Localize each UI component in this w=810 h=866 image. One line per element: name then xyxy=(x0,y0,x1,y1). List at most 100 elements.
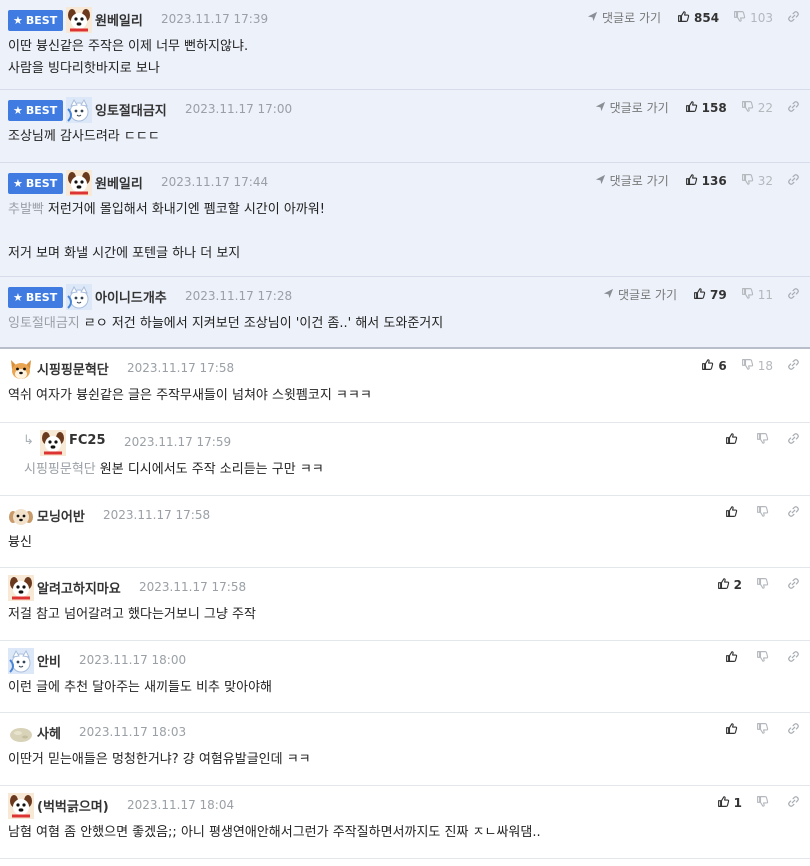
like-count: 79 xyxy=(710,287,727,302)
nickname[interactable]: FC25 xyxy=(69,433,106,448)
like-button[interactable]: 6 xyxy=(701,358,727,374)
dislike-button[interactable]: 11 xyxy=(741,287,773,303)
nickname[interactable]: (벅벅긁으며) xyxy=(37,796,109,815)
nickname[interactable]: 원베일리 xyxy=(95,10,143,29)
link-icon[interactable] xyxy=(787,577,800,593)
dislike-button[interactable] xyxy=(756,795,773,811)
comment-actions: 댓글로 가기 158 22 xyxy=(595,99,800,116)
link-icon[interactable] xyxy=(787,358,800,374)
like-button[interactable]: 2 xyxy=(717,577,742,593)
go-to-comment-link[interactable]: 댓글로 가기 xyxy=(595,172,669,189)
link-icon[interactable] xyxy=(787,650,800,666)
dislike-button[interactable] xyxy=(756,650,773,666)
comment-text: 원본 디시에서도 주작 소리듣는 구만 ㅋㅋ xyxy=(99,462,324,477)
best-comment: ★ BEST 잉토절대금지 2023.11.17 17:00 댓글로 가기 158 22 조상… xyxy=(0,90,810,163)
avatar[interactable] xyxy=(66,7,92,33)
star-icon: ★ xyxy=(13,104,23,117)
dislike-button[interactable] xyxy=(756,577,773,593)
avatar[interactable] xyxy=(66,97,92,123)
thumbs-up-icon xyxy=(677,10,690,26)
link-icon[interactable] xyxy=(787,10,800,26)
thumbs-down-icon xyxy=(733,10,746,26)
reply-comment: ↳ FC25 2023.11.17 17:59 시핑핑문혁단 원본 디시에서도 주작 소… xyxy=(0,423,810,496)
navigate-arrow-icon xyxy=(595,101,606,115)
nickname[interactable]: 아이니드개추 xyxy=(95,287,167,306)
dislike-count: 11 xyxy=(757,287,773,302)
comment-actions: 2 xyxy=(717,577,800,593)
mention[interactable]: 잉토절대금지 xyxy=(8,316,80,331)
avatar[interactable] xyxy=(8,575,34,601)
mention[interactable]: 추발빡 xyxy=(8,202,44,217)
comment: 모닝어반 2023.11.17 17:58 븅신 xyxy=(0,496,810,568)
comment-actions: 댓글로 가기 854 103 xyxy=(587,9,800,26)
go-to-comment-link[interactable]: 댓글로 가기 xyxy=(603,286,677,303)
like-button[interactable] xyxy=(725,432,742,448)
thumbs-up-icon xyxy=(725,432,738,448)
avatar[interactable] xyxy=(40,430,66,456)
star-icon: ★ xyxy=(13,14,23,27)
comment-text: 남혐 여혐 좀 안했으면 좋겠음;; 아니 평생연애안해서그런가 주작질하면서까… xyxy=(8,825,541,840)
dislike-button[interactable] xyxy=(756,505,773,521)
link-icon[interactable] xyxy=(787,100,800,116)
comment-body: 잉토절대금지 ㄹㅇ 저건 하늘에서 지켜보던 조상님이 '이건 좀..' 해서 도… xyxy=(8,313,802,335)
best-comment: ★ BEST 원베일리 2023.11.17 17:39 댓글로 가기 854 103 이딴 … xyxy=(0,0,810,90)
link-icon[interactable] xyxy=(787,432,800,448)
comment-date: 2023.11.17 17:59 xyxy=(124,435,232,449)
comment-body: 시핑핑문혁단 원본 디시에서도 주작 소리듣는 구만 ㅋㅋ xyxy=(24,459,802,481)
nickname[interactable]: 모닝어반 xyxy=(37,506,85,525)
like-count: 6 xyxy=(718,359,727,373)
dislike-count: 22 xyxy=(757,100,773,115)
dislike-button[interactable]: 32 xyxy=(741,173,773,189)
thumbs-down-icon xyxy=(756,505,769,521)
nickname[interactable]: 잉토절대금지 xyxy=(95,100,167,119)
thumbs-up-icon xyxy=(725,505,738,521)
comment-date: 2023.11.17 17:00 xyxy=(185,102,293,116)
dislike-button[interactable]: 18 xyxy=(741,358,773,374)
like-button[interactable]: 136 xyxy=(685,173,727,189)
comment-actions xyxy=(725,432,800,448)
mention[interactable]: 시핑핑문혁단 xyxy=(24,462,96,477)
nickname[interactable]: 시핑핑문혁단 xyxy=(37,359,109,378)
link-icon[interactable] xyxy=(787,505,800,521)
like-button[interactable]: 854 xyxy=(677,10,719,26)
avatar[interactable] xyxy=(66,170,92,196)
link-icon[interactable] xyxy=(787,795,800,811)
comment: 알려고하지마요 2023.11.17 17:58 2 저걸 참고 넘어갈려고 했다는거… xyxy=(0,568,810,641)
dislike-button[interactable]: 22 xyxy=(741,100,773,116)
navigate-arrow-icon xyxy=(603,288,614,302)
thumbs-down-icon xyxy=(756,432,769,448)
comment-actions xyxy=(725,650,800,666)
avatar[interactable] xyxy=(8,793,34,819)
link-icon[interactable] xyxy=(787,722,800,738)
avatar[interactable] xyxy=(8,503,34,529)
thumbs-up-icon xyxy=(693,287,706,303)
dislike-button[interactable] xyxy=(756,432,773,448)
nickname[interactable]: 원베일리 xyxy=(95,173,143,192)
comment-actions xyxy=(725,505,800,521)
comment: 안비 2023.11.17 18:00 이런 글에 추천 달아주는 새끼들도 비추 … xyxy=(0,641,810,713)
like-button[interactable] xyxy=(725,650,742,666)
nickname[interactable]: 안비 xyxy=(37,651,61,670)
nickname[interactable]: 알려고하지마요 xyxy=(37,578,121,597)
comment-body: 조상님께 감사드려라 ㄷㄷㄷ xyxy=(8,126,802,148)
go-to-comment-link[interactable]: 댓글로 가기 xyxy=(595,99,669,116)
like-button[interactable] xyxy=(725,722,742,738)
nickname[interactable]: 사헤 xyxy=(37,723,61,742)
link-icon[interactable] xyxy=(787,173,800,189)
dislike-button[interactable]: 103 xyxy=(733,10,773,26)
avatar[interactable] xyxy=(8,356,34,382)
avatar[interactable] xyxy=(8,720,34,746)
like-button[interactable] xyxy=(725,505,742,521)
thumbs-up-icon xyxy=(717,577,730,593)
dislike-button[interactable] xyxy=(756,722,773,738)
thumbs-down-icon xyxy=(756,795,769,811)
go-to-comment-link[interactable]: 댓글로 가기 xyxy=(587,9,661,26)
avatar[interactable] xyxy=(8,648,34,674)
avatar[interactable] xyxy=(66,284,92,310)
like-button[interactable]: 158 xyxy=(685,100,727,116)
link-icon[interactable] xyxy=(787,287,800,303)
comment-date: 2023.11.17 17:58 xyxy=(139,580,247,594)
like-button[interactable]: 79 xyxy=(693,287,727,303)
like-button[interactable]: 1 xyxy=(717,795,742,811)
comment-header: 알려고하지마요 2023.11.17 17:58 2 xyxy=(0,568,810,606)
